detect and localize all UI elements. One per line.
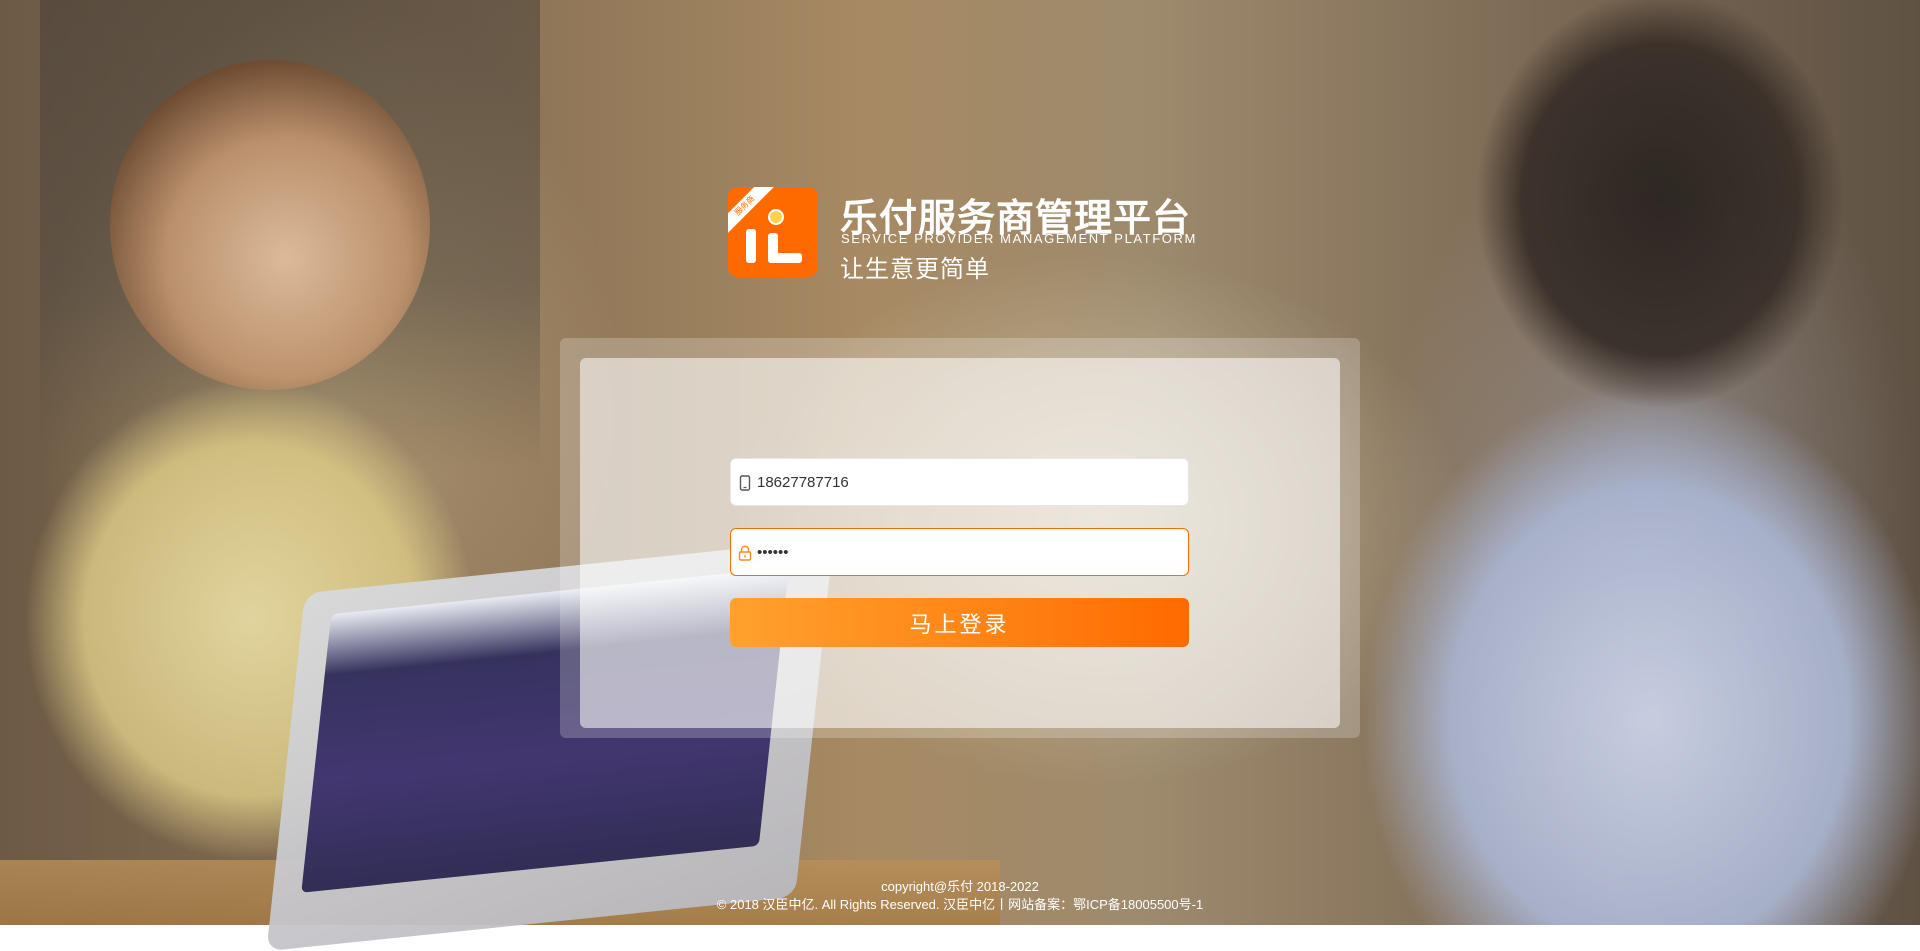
logo-mark-stroke xyxy=(768,253,802,263)
footer-copyright: copyright@乐付 2018-2022 xyxy=(881,879,1039,894)
brand-subtitle: SERVICE PROVIDER MANAGEMENT PLATFORM xyxy=(841,231,1197,246)
footer-rights: © 2018 汉臣中亿. All Rights Reserved. 汉臣中亿丨网… xyxy=(716,897,1204,912)
mobile-phone-icon xyxy=(737,475,753,491)
password-field[interactable] xyxy=(730,528,1189,576)
brand-slogan: 让生意更简单 xyxy=(840,255,990,283)
coin-icon xyxy=(768,209,784,225)
phone-input[interactable] xyxy=(757,459,1177,505)
background-person-right xyxy=(1330,0,1920,925)
brand-header: 服务商 乐付服务商管理平台 SERVICE PROVIDER MANAGEMEN… xyxy=(728,187,1228,283)
page-footer: copyright@乐付 2018-2022 © 2018 汉臣中亿. All … xyxy=(0,878,1920,914)
login-button[interactable]: 马上登录 xyxy=(730,598,1189,647)
password-input[interactable] xyxy=(757,529,1177,575)
phone-field[interactable] xyxy=(730,458,1189,506)
logo-mark-stroke xyxy=(746,229,756,263)
brand-logo-icon: 服务商 xyxy=(728,187,818,277)
background-person-left-head xyxy=(110,60,430,390)
lock-icon xyxy=(737,545,753,561)
